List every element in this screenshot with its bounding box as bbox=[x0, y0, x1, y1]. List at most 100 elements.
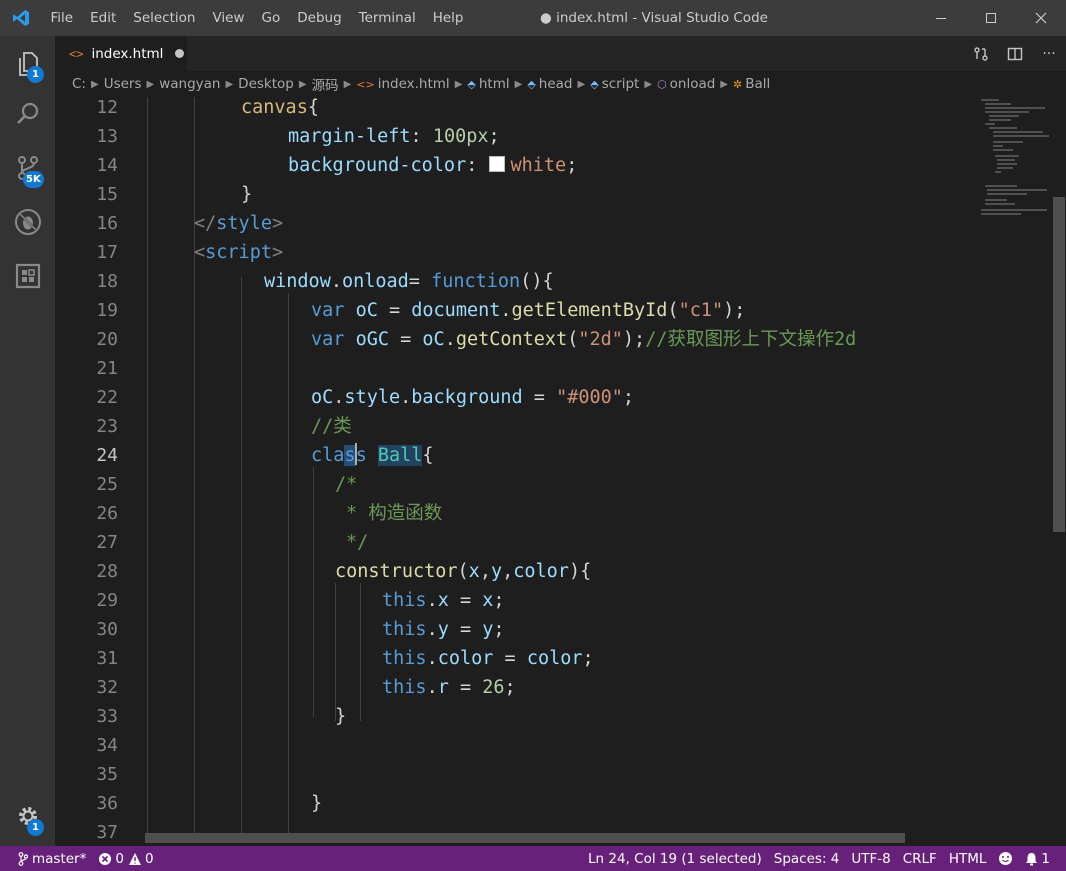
status-bar: master* 0 0 Ln 24, Col 19 (1 selected) S… bbox=[0, 846, 1066, 871]
compare-changes-icon bbox=[974, 46, 988, 61]
indent-guide bbox=[147, 97, 148, 833]
indent-guide bbox=[313, 467, 314, 717]
vertical-scrollbar[interactable] bbox=[1052, 97, 1066, 846]
horizontal-scrollbar[interactable] bbox=[145, 833, 905, 843]
split-editor-button[interactable] bbox=[998, 36, 1032, 71]
minimize-button[interactable] bbox=[916, 0, 966, 36]
chevron-right-icon: ▶ bbox=[454, 78, 463, 90]
chevron-right-icon: ▶ bbox=[146, 78, 155, 90]
source-control-button[interactable]: 5K bbox=[0, 144, 55, 192]
breadcrumb-item[interactable]: wangyan bbox=[159, 76, 220, 92]
code-line-15: } bbox=[241, 184, 253, 205]
more-actions-button[interactable]: ··· bbox=[1032, 36, 1066, 71]
warning-icon bbox=[128, 852, 141, 865]
open-changes-button[interactable] bbox=[964, 36, 998, 71]
error-icon bbox=[99, 852, 112, 865]
color-swatch[interactable] bbox=[488, 156, 505, 172]
activity-bar: 1 5K 1 bbox=[0, 36, 55, 846]
encoding[interactable]: UTF-8 bbox=[851, 851, 890, 867]
breadcrumb-item[interactable]: html bbox=[479, 76, 510, 92]
breadcrumb-item[interactable]: Ball bbox=[745, 76, 770, 92]
menu-view[interactable]: View bbox=[204, 0, 253, 36]
language-mode[interactable]: HTML bbox=[949, 851, 987, 867]
menu-debug[interactable]: Debug bbox=[289, 0, 350, 36]
problems-status[interactable]: 0 0 bbox=[98, 850, 154, 867]
feedback-button[interactable] bbox=[998, 851, 1013, 866]
menu-go[interactable]: Go bbox=[253, 0, 289, 36]
minimize-icon bbox=[936, 18, 946, 19]
line-number: 17 bbox=[96, 242, 118, 263]
menu-help[interactable]: Help bbox=[424, 0, 472, 36]
notification-count: 1 bbox=[1041, 850, 1050, 867]
title-bar: File Edit Selection View Go Debug Termin… bbox=[0, 0, 1066, 36]
code-line-17: <script> bbox=[194, 242, 284, 263]
menu-selection[interactable]: Selection bbox=[125, 0, 204, 36]
element-icon: ⬘ bbox=[527, 77, 536, 91]
breadcrumb-item[interactable]: 源码 bbox=[312, 74, 339, 94]
debug-button[interactable] bbox=[0, 198, 55, 246]
branch-status[interactable]: master* bbox=[18, 851, 86, 867]
element-icon: ⬘ bbox=[467, 77, 476, 91]
breadcrumb-item[interactable]: C: bbox=[72, 76, 86, 92]
indentation[interactable]: Spaces: 4 bbox=[774, 851, 840, 867]
warning-count: 0 bbox=[144, 850, 154, 867]
extensions-icon bbox=[15, 263, 40, 289]
line-number: 33 bbox=[96, 706, 118, 727]
code-line-16: </style> bbox=[194, 213, 284, 234]
breadcrumb-item[interactable]: onload bbox=[670, 76, 716, 92]
line-number: 14 bbox=[96, 155, 118, 176]
tab-label: index.html bbox=[91, 45, 164, 62]
menu-terminal[interactable]: Terminal bbox=[350, 0, 424, 36]
code-line-36: } bbox=[311, 793, 323, 814]
bell-icon bbox=[1026, 852, 1038, 865]
breadcrumb-item[interactable]: head bbox=[539, 76, 573, 92]
close-button[interactable] bbox=[1016, 0, 1066, 36]
notifications-button[interactable]: 1 bbox=[1025, 851, 1050, 867]
line-number: 25 bbox=[96, 474, 118, 495]
settings-badge: 1 bbox=[27, 819, 44, 836]
end-of-line[interactable]: CRLF bbox=[903, 851, 937, 867]
code-line-25: /* bbox=[335, 474, 358, 495]
maximize-button[interactable] bbox=[966, 0, 1016, 36]
chevron-right-icon: ▶ bbox=[225, 78, 234, 90]
html-file-icon: <> bbox=[356, 77, 375, 91]
chevron-right-icon: ▶ bbox=[514, 78, 523, 90]
element-icon: ⬘ bbox=[590, 77, 599, 91]
line-number: 15 bbox=[96, 184, 118, 205]
extensions-button[interactable] bbox=[0, 252, 55, 300]
breadcrumb-item[interactable]: Users bbox=[104, 76, 142, 92]
scrollbar-thumb[interactable] bbox=[1053, 197, 1065, 532]
menu-file[interactable]: File bbox=[42, 0, 82, 36]
indent-guide bbox=[360, 583, 361, 721]
line-number: 35 bbox=[96, 764, 118, 785]
breadcrumb-item[interactable]: index.html bbox=[378, 76, 450, 92]
code-editor[interactable]: 12 13 14 15 16 17 18 19 20 21 22 23 24 2… bbox=[55, 97, 1066, 846]
line-number: 18 bbox=[96, 271, 118, 292]
more-icon: ··· bbox=[1042, 45, 1056, 62]
split-editor-icon bbox=[1007, 47, 1023, 60]
code-line-26: * 构造函数 bbox=[346, 503, 443, 524]
unsaved-dot-icon[interactable] bbox=[175, 49, 185, 58]
code-line-19: var oC = document.getElementById("c1"); bbox=[311, 300, 746, 321]
explorer-button[interactable]: 1 bbox=[0, 40, 55, 88]
manage-button[interactable]: 1 bbox=[0, 792, 55, 840]
cursor-position[interactable]: Ln 24, Col 19 (1 selected) bbox=[588, 851, 762, 867]
code-line-18: window.onload= function(){ bbox=[264, 271, 554, 292]
error-count: 0 bbox=[115, 850, 124, 867]
branch-name: master* bbox=[32, 850, 87, 867]
line-number: 30 bbox=[96, 619, 118, 640]
code-line-12: canvas{ bbox=[241, 97, 319, 118]
breadcrumb-item[interactable]: Desktop bbox=[238, 76, 294, 92]
tab-index-html[interactable]: <> index.html bbox=[55, 36, 187, 71]
code-line-14: background-color: white; bbox=[288, 155, 578, 176]
code-line-22: oC.style.background = "#000"; bbox=[311, 387, 635, 408]
breadcrumb-item[interactable]: script bbox=[602, 76, 640, 92]
code-line-30: this.y = y; bbox=[382, 619, 505, 640]
line-number: 26 bbox=[96, 503, 118, 524]
line-number: 21 bbox=[96, 358, 118, 379]
menu-edit[interactable]: Edit bbox=[82, 0, 125, 36]
minimap[interactable] bbox=[977, 97, 1052, 297]
line-number: 31 bbox=[96, 648, 118, 669]
debug-icon bbox=[14, 209, 41, 235]
search-button[interactable] bbox=[0, 90, 55, 138]
